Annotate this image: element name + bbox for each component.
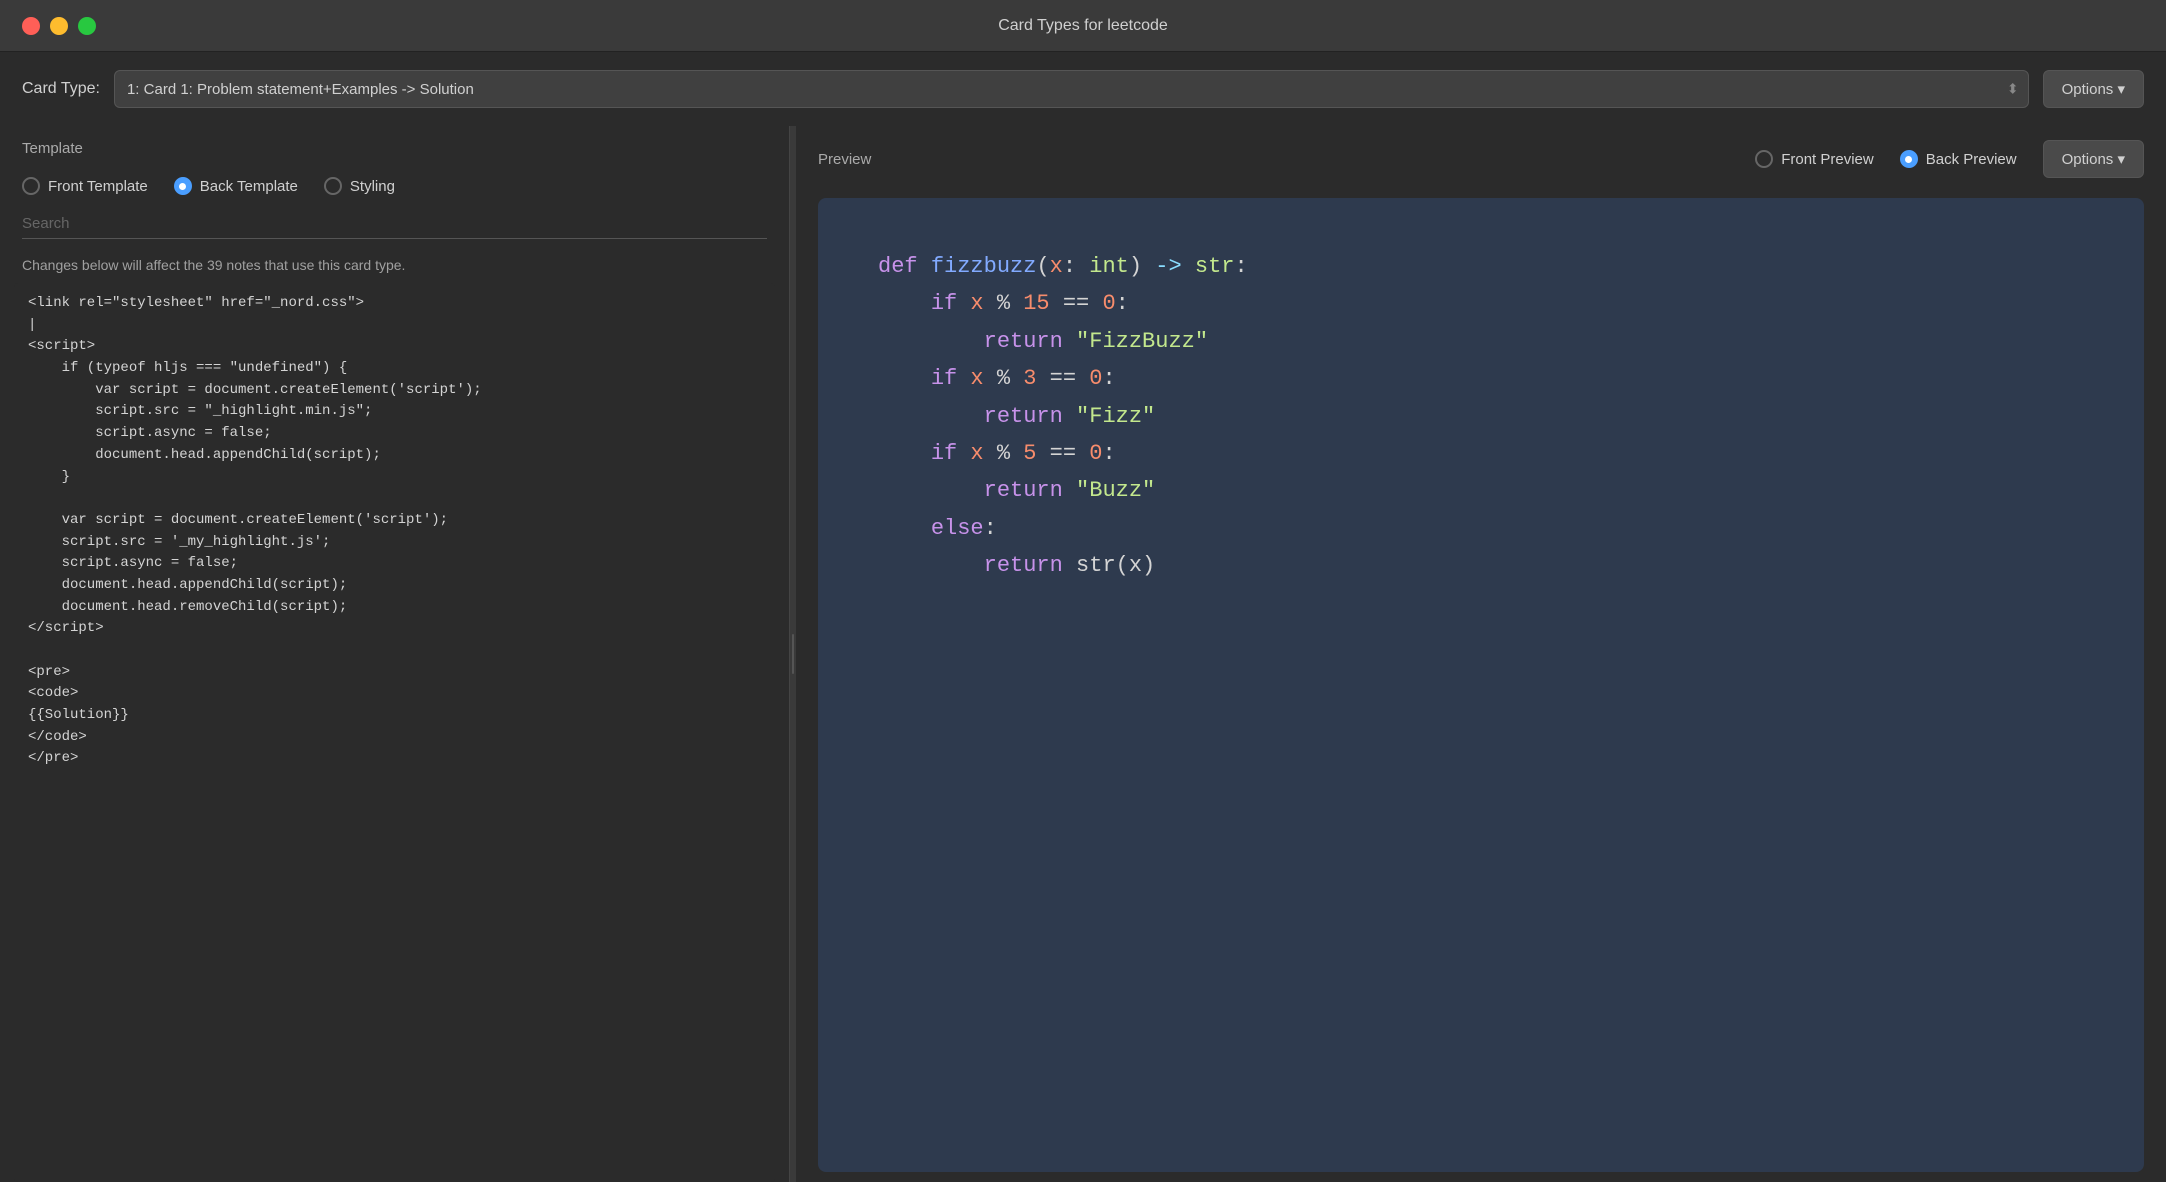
card-type-select-wrapper[interactable]: 1: Card 1: Problem statement+Examples ->… [114, 70, 2029, 108]
close-button[interactable] [22, 17, 40, 35]
styling-radio[interactable]: Styling [324, 177, 395, 195]
front-template-radio[interactable]: Front Template [22, 177, 148, 195]
back-preview-radio[interactable]: Back Preview [1900, 150, 2017, 168]
code-preview-content: def fizzbuzz(x: int) -> str: if x % 15 =… [878, 248, 1248, 585]
back-template-label: Back Template [200, 178, 298, 195]
preview-area: def fizzbuzz(x: int) -> str: if x % 15 =… [818, 198, 2144, 1172]
styling-radio-circle [324, 177, 342, 195]
back-preview-label: Back Preview [1926, 151, 2017, 168]
card-type-bar: Card Type: 1: Card 1: Problem statement+… [0, 52, 2166, 126]
options-button[interactable]: Options ▾ [2043, 70, 2144, 108]
card-type-label: Card Type: [22, 80, 100, 98]
front-preview-radio-circle [1755, 150, 1773, 168]
template-panel-title: Template [0, 140, 789, 167]
front-template-label: Front Template [48, 178, 148, 195]
search-container [0, 209, 789, 251]
front-template-radio-circle [22, 177, 40, 195]
front-preview-label: Front Preview [1781, 151, 1874, 168]
template-radio-group: Front Template Back Template Styling [0, 167, 789, 209]
search-input[interactable] [22, 209, 767, 239]
preview-panel: Preview Front Preview Back Preview Optio… [796, 126, 2166, 1182]
window-title: Card Types for leetcode [998, 17, 1168, 35]
main-content: Template Front Template Back Template St… [0, 126, 2166, 1182]
minimize-button[interactable] [50, 17, 68, 35]
preview-options-button[interactable]: Options ▾ [2043, 140, 2144, 178]
panel-divider[interactable] [790, 126, 796, 1182]
code-editor[interactable]: <link rel="stylesheet" href="_nord.css">… [14, 283, 775, 1182]
front-preview-radio[interactable]: Front Preview [1755, 150, 1874, 168]
fullscreen-button[interactable] [78, 17, 96, 35]
title-bar: Card Types for leetcode [0, 0, 2166, 52]
preview-header: Preview Front Preview Back Preview Optio… [796, 140, 2166, 188]
back-template-radio-circle [174, 177, 192, 195]
preview-panel-title: Preview [818, 151, 871, 168]
template-panel: Template Front Template Back Template St… [0, 126, 790, 1182]
styling-label: Styling [350, 178, 395, 195]
back-preview-radio-circle [1900, 150, 1918, 168]
traffic-lights [22, 17, 96, 35]
back-template-radio[interactable]: Back Template [174, 177, 298, 195]
card-type-select[interactable]: 1: Card 1: Problem statement+Examples ->… [114, 70, 2029, 108]
preview-radio-group: Front Preview Back Preview Options ▾ [1755, 140, 2144, 178]
warning-text: Changes below will affect the 39 notes t… [0, 251, 789, 283]
